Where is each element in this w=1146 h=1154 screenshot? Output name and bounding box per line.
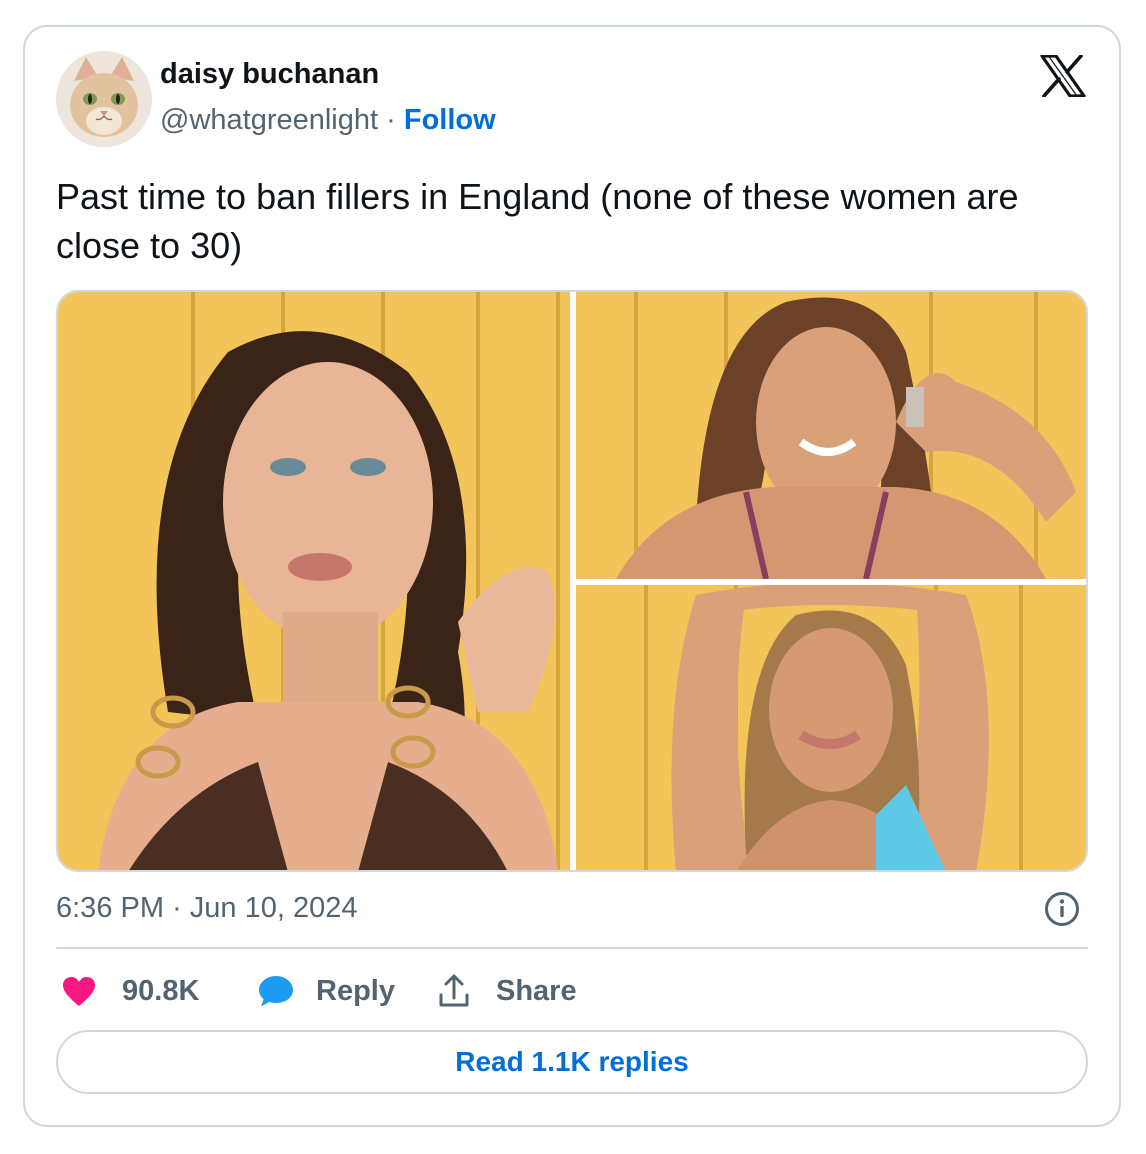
- media-grid: [56, 290, 1088, 872]
- follow-link[interactable]: Follow: [404, 104, 496, 136]
- tweet-text: Past time to ban fillers in England (non…: [56, 176, 1019, 266]
- photo-3[interactable]: [576, 585, 1086, 870]
- author-avatar[interactable]: [56, 51, 152, 147]
- photo-woman-purple-bikini: [576, 292, 1086, 579]
- share-label: Share: [496, 974, 577, 1007]
- cat-avatar-icon: [56, 51, 152, 147]
- handle-separator: ·: [386, 104, 396, 136]
- tweet-timestamp[interactable]: 6:36 PM · Jun 10, 2024: [56, 892, 358, 925]
- share-button[interactable]: Share: [438, 970, 577, 1012]
- photo-woman-blue-bikini: [576, 585, 1086, 870]
- author-handle-row: @whatgreenlight · Follow: [160, 104, 496, 137]
- photo-1[interactable]: [58, 292, 570, 870]
- author-name[interactable]: daisy buchanan: [160, 58, 379, 91]
- reply-label: Reply: [316, 974, 395, 1007]
- timestamp-separator: ·: [172, 892, 182, 924]
- heart-icon: [63, 976, 95, 1006]
- photo-2[interactable]: [576, 292, 1086, 579]
- share-upload-icon: [439, 974, 469, 1007]
- read-replies-button[interactable]: Read 1.1K replies: [56, 1030, 1088, 1094]
- photo-woman-brown-bikini: [58, 292, 570, 870]
- info-icon[interactable]: [1044, 891, 1080, 927]
- reply-button[interactable]: Reply: [258, 970, 395, 1012]
- read-replies-label: Read 1.1K replies: [455, 1046, 689, 1077]
- speech-bubble-icon: [259, 975, 293, 1006]
- like-button[interactable]: 90.8K: [62, 970, 199, 1012]
- author-handle[interactable]: @whatgreenlight: [160, 104, 378, 136]
- tweet-date: Jun 10, 2024: [189, 892, 358, 924]
- like-count: 90.8K: [122, 974, 200, 1007]
- tweet-time: 6:36 PM: [56, 892, 164, 924]
- actions-divider: [56, 947, 1088, 949]
- x-logo-icon[interactable]: [1040, 55, 1086, 97]
